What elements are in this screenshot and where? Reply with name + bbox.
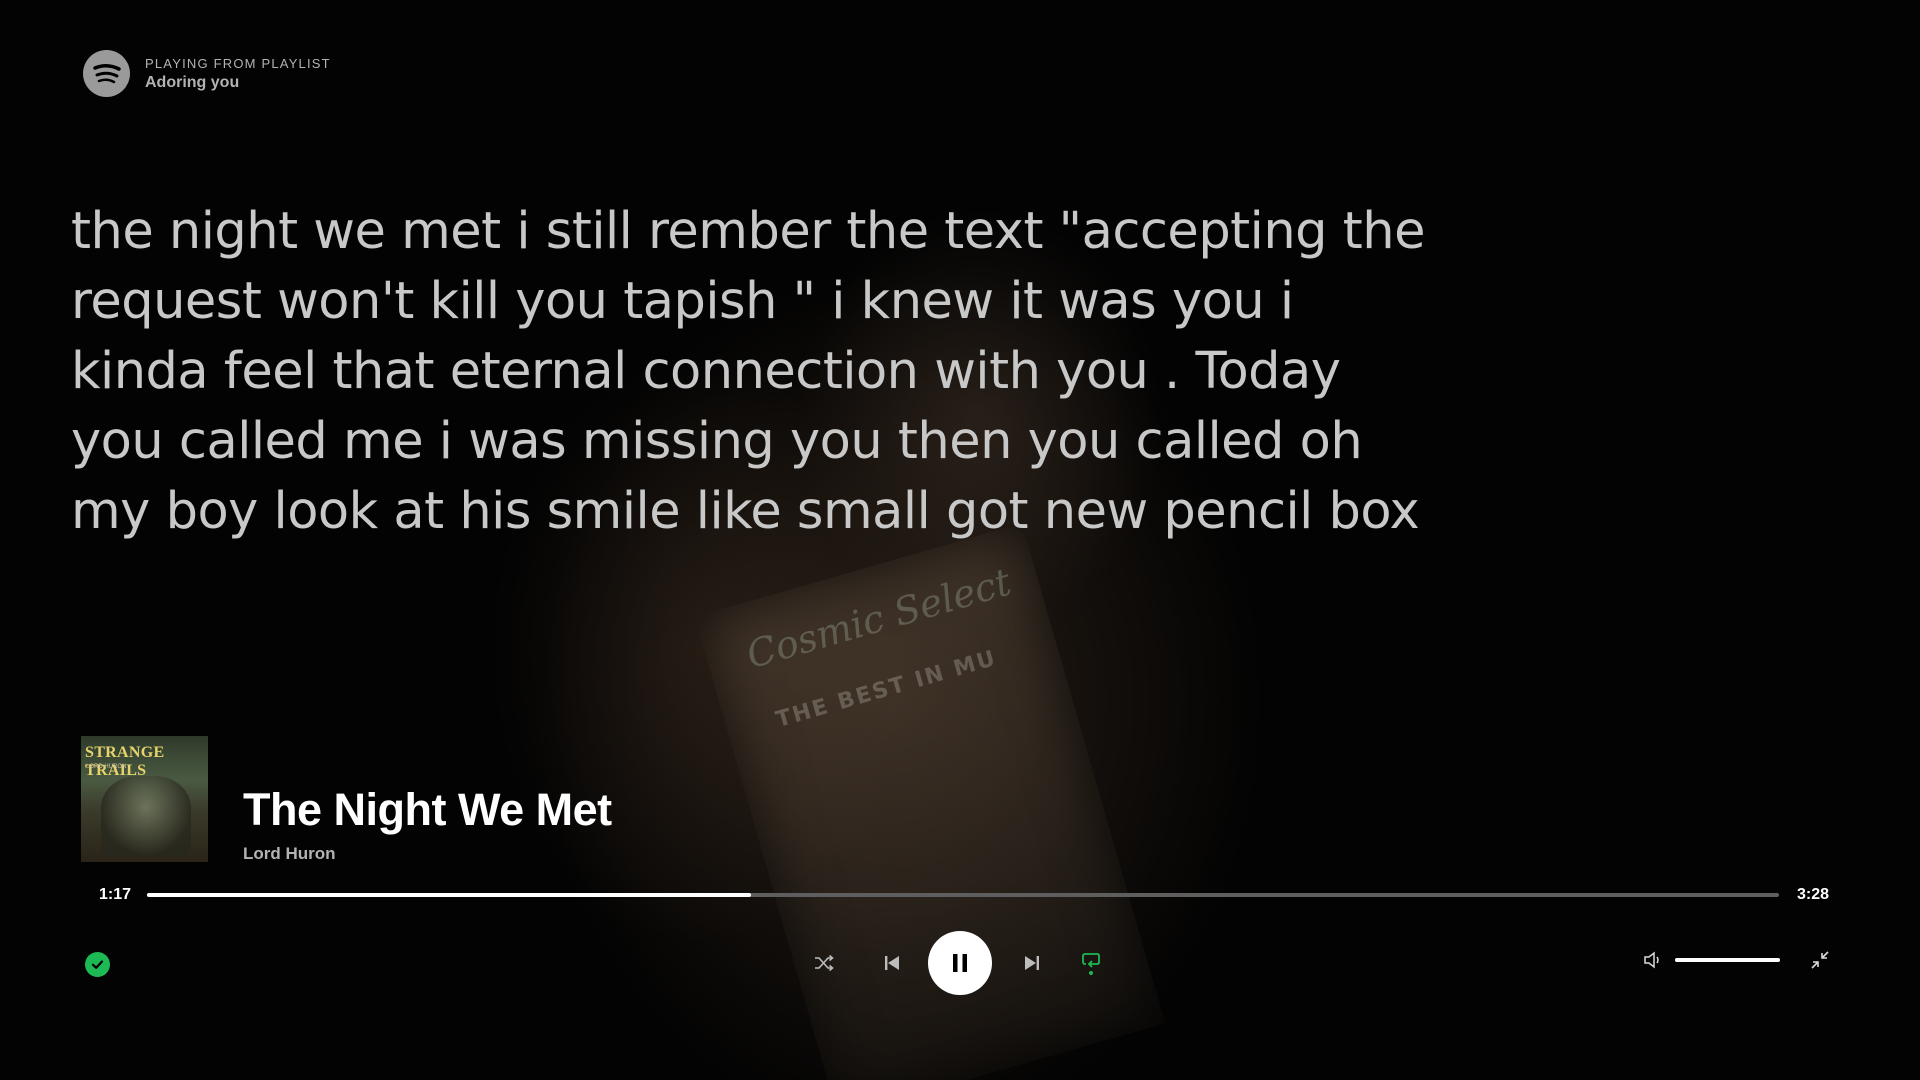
repeat-active-indicator xyxy=(1089,971,1093,975)
playing-from-header: PLAYING FROM PLAYLIST Adoring you xyxy=(83,50,331,97)
liked-button[interactable] xyxy=(85,952,110,977)
skip-forward-icon xyxy=(1025,956,1039,970)
repeat-icon xyxy=(1082,953,1100,968)
progress-bar[interactable] xyxy=(146,893,1780,897)
lyrics-text: the night we met i still rember the text… xyxy=(71,202,1425,541)
playlist-name-link[interactable]: Adoring you xyxy=(145,74,331,92)
playback-progress: 1:17 3:28 xyxy=(99,884,1829,906)
next-button[interactable] xyxy=(1020,951,1044,975)
repeat-button[interactable] xyxy=(1077,949,1105,977)
minimize-icon xyxy=(1811,951,1829,969)
pause-button[interactable] xyxy=(928,931,992,995)
pause-icon xyxy=(953,954,967,972)
previous-button[interactable] xyxy=(880,951,904,975)
album-cover-artwork xyxy=(101,776,191,856)
playback-controls xyxy=(810,931,1110,995)
shuffle-button[interactable] xyxy=(810,951,838,975)
skip-back-icon xyxy=(885,956,899,970)
track-artist-link[interactable]: Lord Huron xyxy=(243,844,612,864)
album-cover-artist: LORD HURON xyxy=(86,764,127,770)
album-cover[interactable]: STRANGE TRAILS LORD HURON xyxy=(81,736,208,862)
playing-from-label: PLAYING FROM PLAYLIST xyxy=(145,55,331,71)
volume-controls xyxy=(1643,948,1832,972)
volume-button[interactable] xyxy=(1643,949,1665,971)
elapsed-time: 1:17 xyxy=(99,886,132,903)
progress-bar-fill xyxy=(146,893,751,897)
background-jukebox: Cosmic Select THE BEST IN MU xyxy=(694,523,1166,1080)
total-time: 3:28 xyxy=(1796,886,1829,903)
now-playing-info: STRANGE TRAILS LORD HURON The Night We M… xyxy=(81,736,612,864)
spotify-icon xyxy=(83,50,130,97)
track-title[interactable]: The Night We Met xyxy=(243,784,612,836)
volume-slider-fill xyxy=(1675,958,1780,962)
shuffle-icon xyxy=(815,954,834,972)
volume-slider[interactable] xyxy=(1675,958,1780,962)
check-circle-icon xyxy=(91,960,104,969)
fullscreen-player: Cosmic Select THE BEST IN MU PLAYING FRO… xyxy=(0,0,1920,1080)
volume-icon xyxy=(1644,951,1659,969)
exit-fullscreen-button[interactable] xyxy=(1808,948,1832,972)
album-cover-title: STRANGE TRAILS xyxy=(85,744,165,779)
